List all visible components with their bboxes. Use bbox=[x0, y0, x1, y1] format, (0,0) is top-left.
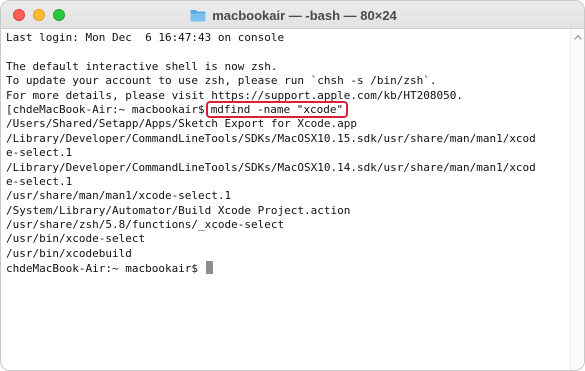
output-line: /System/Library/Automator/Build Xcode Pr… bbox=[6, 203, 351, 217]
output-line: /usr/bin/xcodebuild bbox=[6, 246, 132, 260]
output-line: Last login: Mon Dec 6 16:47:43 on consol… bbox=[6, 31, 285, 44]
output-line: e-select.1 bbox=[6, 174, 73, 188]
folder-icon bbox=[190, 9, 206, 21]
highlighted-command: mdfind -name "xcode" bbox=[205, 100, 349, 118]
text-cursor bbox=[205, 261, 213, 275]
prompt-line[interactable]: chdeMacBook-Air:~ macbookair$ bbox=[6, 261, 572, 275]
output-line: /usr/share/zsh/5.8/functions/_xcode-sele… bbox=[6, 218, 285, 232]
window-title: macbookair — -bash — 80×24 bbox=[212, 7, 397, 23]
terminal-window: macbookair — -bash — 80×24 Last login: M… bbox=[0, 0, 585, 371]
output-line: /Library/Developer/CommandLineTools/SDKs… bbox=[6, 131, 536, 145]
command-line: [chdeMacBook-Air:~ macbookair$ mdfind -na… bbox=[6, 100, 572, 118]
output-line: The default interactive shell is now zsh… bbox=[6, 59, 278, 73]
output-line: /usr/share/man/man1/xcode-select.1 bbox=[6, 189, 232, 203]
output-line: /usr/bin/xcode-select bbox=[6, 232, 146, 246]
output-line: To update your account to use zsh, pleas… bbox=[6, 74, 437, 88]
chevron-up-icon[interactable] bbox=[574, 34, 582, 40]
output-line: e-select.1 bbox=[6, 146, 73, 160]
output-line: /Users/Shared/Setapp/Apps/Sketch Export … bbox=[6, 117, 357, 131]
terminal-output[interactable]: Last login: Mon Dec 6 16:47:43 on consol… bbox=[1, 29, 572, 370]
prompt-text: [chdeMacBook-Air:~ macbookair$ bbox=[6, 102, 205, 116]
scrollbar[interactable] bbox=[570, 29, 584, 370]
window-title-group: macbookair — -bash — 80×24 bbox=[1, 1, 584, 29]
title-bar[interactable]: macbookair — -bash — 80×24 bbox=[1, 1, 584, 29]
output-line: /Library/Developer/CommandLineTools/SDKs… bbox=[6, 160, 536, 174]
final-prompt: chdeMacBook-Air:~ macbookair$ bbox=[6, 262, 205, 276]
